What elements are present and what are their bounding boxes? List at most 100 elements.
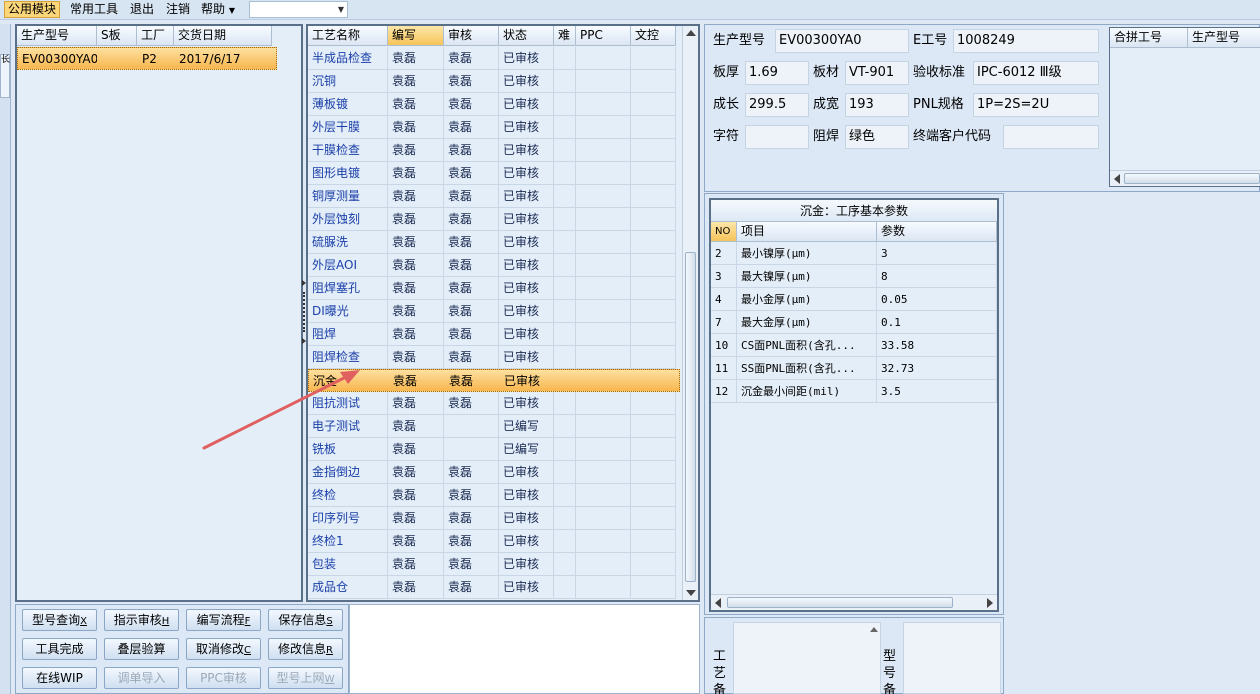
width-field[interactable]: 193 xyxy=(845,93,909,117)
process-note-field[interactable] xyxy=(733,622,881,694)
scroll-up-icon[interactable] xyxy=(870,627,878,632)
model-col-header[interactable]: 工厂 xyxy=(137,26,174,46)
scroll-thumb[interactable] xyxy=(1124,173,1260,184)
process-col-header[interactable]: 难 xyxy=(554,26,576,46)
collapse-tab[interactable]: 长 xyxy=(0,54,10,98)
table-row[interactable]: 包装 袁磊 袁磊 已审核 xyxy=(308,553,680,576)
table-row[interactable]: 阻焊 袁磊 袁磊 已审核 xyxy=(308,323,680,346)
process-col-header[interactable]: PPC xyxy=(576,26,631,46)
e-number-field[interactable]: 1008249 xyxy=(953,29,1099,53)
model-col-header[interactable]: 交货日期 xyxy=(174,26,272,46)
pnl-field[interactable]: 1P=2S=2U xyxy=(973,93,1099,117)
action-button[interactable]: 指示审核H xyxy=(104,609,179,631)
process-scrollbar[interactable] xyxy=(682,26,698,600)
action-button[interactable]: 修改信息R xyxy=(268,638,343,660)
table-cell: 袁磊 xyxy=(388,530,444,553)
table-cell: 袁磊 xyxy=(444,116,499,139)
table-row[interactable]: 薄板镀 袁磊 袁磊 已审核 xyxy=(308,93,680,116)
table-cell: 已审核 xyxy=(499,162,554,185)
table-row[interactable]: 外层干膜 袁磊 袁磊 已审核 xyxy=(308,116,680,139)
param-col-header[interactable]: NO xyxy=(711,222,737,242)
table-cell xyxy=(576,116,631,139)
param-hscrollbar[interactable] xyxy=(711,594,997,610)
menu-logout[interactable]: 注销 xyxy=(163,1,193,18)
solder-mask-field[interactable]: 绿色 xyxy=(845,125,909,149)
menu-exit[interactable]: 退出 xyxy=(127,1,157,18)
process-col-header[interactable]: 编写 xyxy=(388,26,444,46)
table-row[interactable]: 干膜检查 袁磊 袁磊 已审核 xyxy=(308,139,680,162)
table-row[interactable]: 印序列号 袁磊 袁磊 已审核 xyxy=(308,507,680,530)
table-row[interactable]: 3 最大镍厚(μm) 8 xyxy=(711,265,997,288)
action-button[interactable]: 编写流程F xyxy=(186,609,261,631)
table-cell: 袁磊 xyxy=(388,93,444,116)
merge-col-header[interactable]: 生产型号 xyxy=(1188,28,1260,48)
customer-code-field[interactable] xyxy=(1003,125,1099,149)
table-cell: 已审核 xyxy=(499,392,554,415)
menu-public-module[interactable]: 公用模块 xyxy=(4,1,61,18)
table-cell: 已审核 xyxy=(499,346,554,369)
menu-combo[interactable]: ▼ xyxy=(249,1,348,18)
table-row[interactable]: 10 CS面PNL面积(含孔... 33.58 xyxy=(711,334,997,357)
table-row[interactable]: 外层蚀刻 袁磊 袁磊 已审核 xyxy=(308,208,680,231)
action-button[interactable]: 型号查询X xyxy=(22,609,97,631)
thickness-field[interactable]: 1.69 xyxy=(745,61,809,85)
scroll-right-icon[interactable] xyxy=(987,598,993,608)
table-row[interactable]: DI曝光 袁磊 袁磊 已审核 xyxy=(308,300,680,323)
scroll-down-icon[interactable] xyxy=(686,590,696,596)
length-field[interactable]: 299.5 xyxy=(745,93,809,117)
table-row[interactable]: 成品仓 袁磊 袁磊 已审核 xyxy=(308,576,680,599)
action-button[interactable]: 在线WIP xyxy=(22,667,97,689)
process-col-header[interactable]: 审核 xyxy=(444,26,499,46)
table-cell: 袁磊 xyxy=(388,323,444,346)
param-col-header[interactable]: 项目 xyxy=(737,222,877,242)
action-button[interactable]: 保存信息S xyxy=(268,609,343,631)
action-button[interactable]: 取消修改C xyxy=(186,638,261,660)
param-col-header[interactable]: 参数 xyxy=(877,222,997,242)
menu-common-tools[interactable]: 常用工具 xyxy=(67,1,121,18)
table-cell xyxy=(632,370,677,393)
process-col-header[interactable]: 文控 xyxy=(631,26,676,46)
table-row[interactable]: 终检1 袁磊 袁磊 已审核 xyxy=(308,530,680,553)
model-field[interactable]: EV00300YA0 xyxy=(775,29,909,53)
scroll-left-icon[interactable] xyxy=(1114,174,1120,184)
process-col-header[interactable]: 状态 xyxy=(499,26,554,46)
char-field[interactable] xyxy=(745,125,809,149)
table-cell: 已审核 xyxy=(499,553,554,576)
merge-col-header[interactable]: 合拼工号 xyxy=(1110,28,1188,48)
model-col-header[interactable]: 生产型号 xyxy=(17,26,97,46)
scroll-thumb[interactable] xyxy=(685,252,696,582)
table-row[interactable]: 2 最小镍厚(μm) 3 xyxy=(711,242,997,265)
table-row[interactable]: EV00300YA0 P2 2017/6/17 xyxy=(17,47,277,70)
process-col-header[interactable]: 工艺名称 xyxy=(308,26,388,46)
scroll-up-icon[interactable] xyxy=(686,30,696,36)
standard-field[interactable]: IPC-6012 Ⅲ级 xyxy=(973,61,1099,85)
table-row[interactable]: 4 最小金厚(μm) 0.05 xyxy=(711,288,997,311)
table-cell: 已审核 xyxy=(499,47,554,70)
model-col-header[interactable]: S板 xyxy=(97,26,137,46)
table-row[interactable]: 阻焊塞孔 袁磊 袁磊 已审核 xyxy=(308,277,680,300)
table-cell: 已编写 xyxy=(499,415,554,438)
table-row[interactable]: 沉铜 袁磊 袁磊 已审核 xyxy=(308,70,680,93)
table-row[interactable]: 11 SS面PNL面积(含孔... 32.73 xyxy=(711,357,997,380)
char-label: 字符 xyxy=(713,129,740,144)
model-note-field[interactable] xyxy=(903,622,1001,694)
table-row[interactable]: 终检 袁磊 袁磊 已审核 xyxy=(308,484,680,507)
action-button-label: 型号查询 xyxy=(32,613,81,627)
table-row[interactable]: 外层AOI 袁磊 袁磊 已审核 xyxy=(308,254,680,277)
table-row[interactable]: 铜厚测量 袁磊 袁磊 已审核 xyxy=(308,185,680,208)
action-button-label: 型号上网 xyxy=(276,671,325,685)
scroll-thumb[interactable] xyxy=(727,597,953,608)
table-row[interactable]: 金指倒边 袁磊 袁磊 已审核 xyxy=(308,461,680,484)
table-row[interactable]: 图形电镀 袁磊 袁磊 已审核 xyxy=(308,162,680,185)
table-row[interactable]: 半成品检查 袁磊 袁磊 已审核 xyxy=(308,47,680,70)
menu-help[interactable]: 帮助 ▼ xyxy=(198,1,238,18)
action-button[interactable]: 工具完成 xyxy=(22,638,97,660)
table-row[interactable]: 硫脲洗 袁磊 袁磊 已审核 xyxy=(308,231,680,254)
param-grid-title: 沉金：工序基本参数 xyxy=(711,200,997,222)
table-row[interactable]: 7 最大金厚(μm) 0.1 xyxy=(711,311,997,334)
scroll-left-icon[interactable] xyxy=(715,598,721,608)
material-field[interactable]: VT-901 xyxy=(845,61,909,85)
merge-hscrollbar[interactable] xyxy=(1110,170,1260,186)
action-button[interactable]: 叠层验算 xyxy=(104,638,179,660)
table-row[interactable]: 12 沉金最小间距(mil) 3.5 xyxy=(711,380,997,403)
